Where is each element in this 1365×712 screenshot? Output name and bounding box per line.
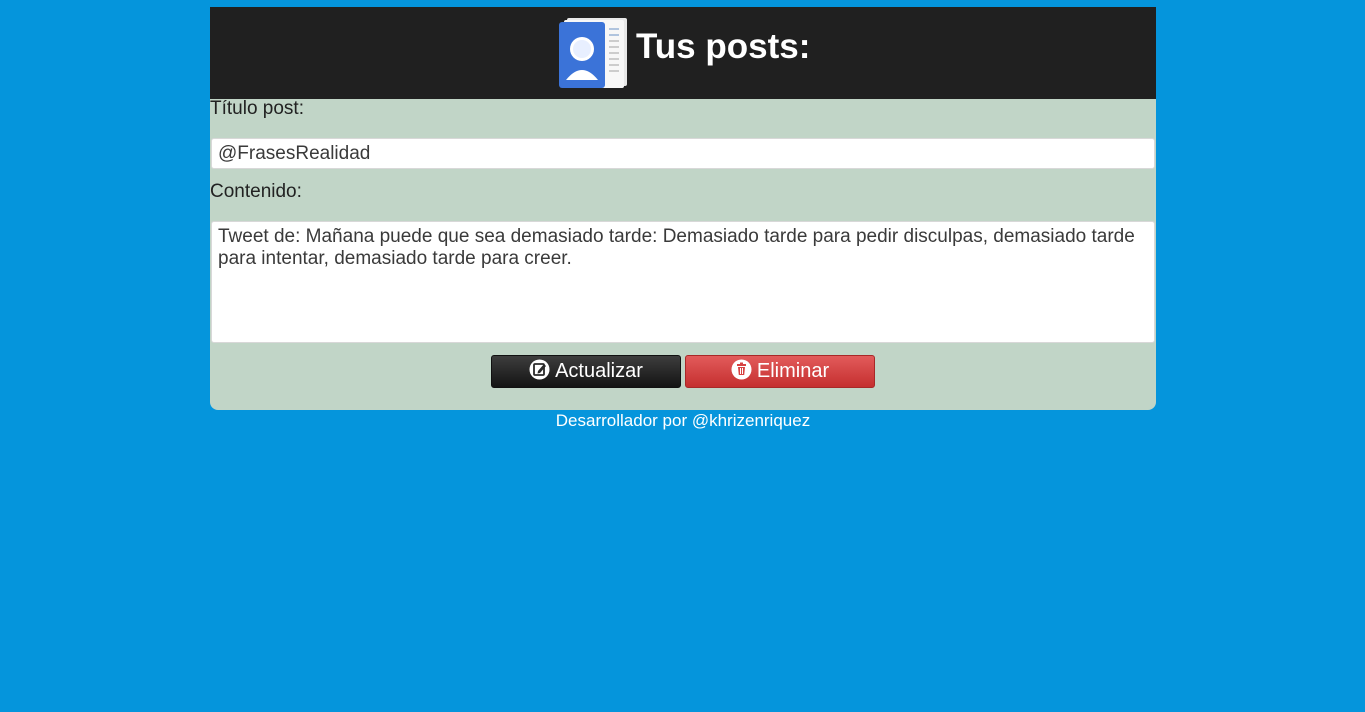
content-textarea[interactable]: Tweet de: Mañana puede que sea demasiado… [211, 221, 1155, 343]
delete-button[interactable]: Eliminar [685, 355, 875, 388]
delete-button-label: Eliminar [756, 360, 830, 382]
edit-icon [529, 359, 550, 380]
header-bar: Tus posts: [210, 7, 1156, 99]
title-label: Título post: [210, 98, 304, 119]
footer-credit: Desarrollador por @khrizenriquez [555, 411, 811, 430]
trash-icon [731, 359, 752, 380]
page-title: Tus posts: [636, 27, 811, 66]
post-panel: Tus posts: Título post: Contenido: Tweet… [210, 7, 1156, 410]
contacts-app-icon [559, 18, 627, 88]
update-button-label: Actualizar [555, 360, 643, 382]
title-input[interactable] [211, 138, 1155, 169]
update-button[interactable]: Actualizar [491, 355, 681, 388]
content-label: Contenido: [210, 181, 302, 202]
